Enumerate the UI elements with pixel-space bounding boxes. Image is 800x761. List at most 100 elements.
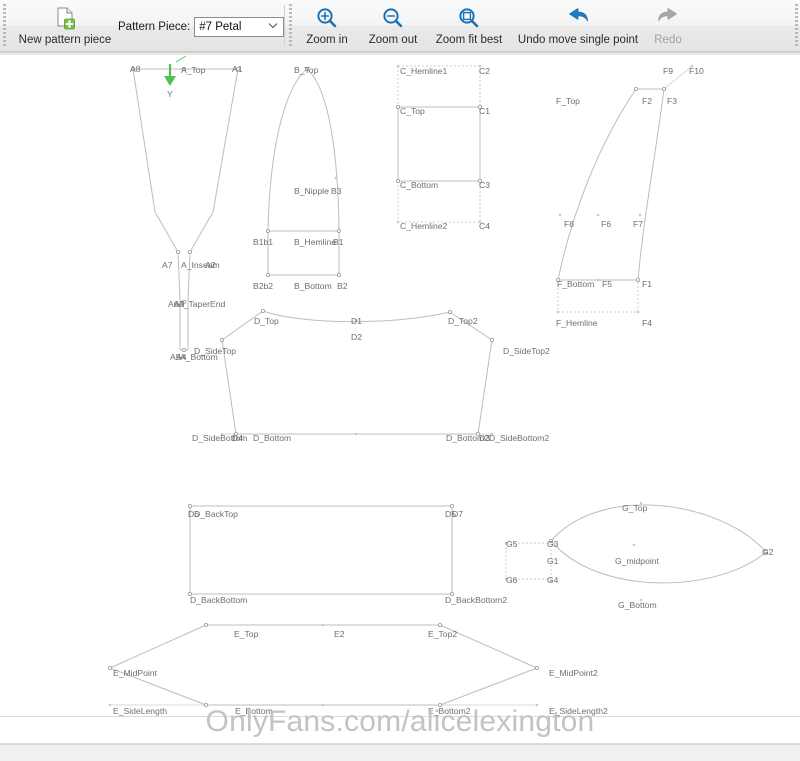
label-c1: C1: [479, 106, 490, 116]
label-g3: G3: [547, 539, 559, 549]
magnifier-plus-icon: [315, 5, 339, 31]
label-d-top: D_Top: [254, 316, 279, 326]
label-c-top: C_Top: [400, 106, 425, 116]
new-pattern-piece-label: New pattern piece: [18, 34, 112, 46]
label-b-top: B_Top: [294, 65, 319, 75]
zoom-in-label: Zoom in: [306, 34, 348, 46]
new-pattern-piece-button[interactable]: New pattern piece: [10, 5, 120, 47]
label-a7: A7: [162, 260, 173, 270]
label-c-hemline2: C_Hemline2: [400, 221, 448, 231]
label-d-top2: D_Top2: [448, 316, 478, 326]
redo-button[interactable]: Redo: [645, 5, 691, 47]
label-g-bottom: G_Bottom: [618, 600, 657, 610]
undo-label: Undo move single point: [517, 34, 639, 46]
label-d4: D4: [232, 433, 243, 443]
toolbar-grip-right[interactable]: [795, 4, 798, 46]
y-axis-arrow-icon: Y: [164, 55, 187, 99]
label-d-bottom: D_Bottom: [253, 433, 291, 443]
zoom-out-button[interactable]: Zoom out: [360, 5, 426, 47]
label-a1: A1: [232, 64, 243, 74]
watermark-text: OnlyFans.com/alicelexington: [205, 705, 595, 738]
magnifier-minus-icon: [381, 5, 405, 31]
label-d-sidebottom2: D_SideBottom2: [489, 433, 549, 443]
label-e-top2: E_Top2: [428, 629, 457, 639]
label-d-backbottom: D_BackBottom: [190, 595, 247, 605]
toolbar-separator-1: [284, 5, 285, 45]
label-b3: B3: [331, 186, 342, 196]
label-g-top: G_Top: [622, 503, 648, 513]
label-d7: D7: [452, 509, 463, 519]
label-f5: F5: [602, 279, 612, 289]
label-g5: G5: [506, 539, 518, 549]
label-a8: A8: [130, 64, 141, 74]
undo-button[interactable]: Undo move single point: [510, 5, 646, 47]
label-f4: F4: [642, 318, 652, 328]
magnifier-fit-icon: [457, 5, 481, 31]
pattern-piece-c: [395, 64, 482, 224]
pattern-canvas[interactable]: Y A8 A_Top A1 A7 A_Inseam A2 A6 A3 A_Tap…: [0, 52, 800, 761]
new-page-plus-icon: [52, 5, 78, 31]
label-f7: F7: [633, 219, 643, 229]
label-d-backtop: D_BackTop: [194, 509, 238, 519]
label-f9: F9: [663, 66, 673, 76]
undo-arrow-icon: [565, 5, 591, 31]
label-g-midpoint: G_midpoint: [615, 556, 660, 566]
label-b1b1: B1b1: [253, 237, 273, 247]
main-toolbar: New pattern piece Pattern Piece: #7 Peta…: [0, 0, 800, 52]
pattern-drawing: Y A8 A_Top A1 A7 A_Inseam A2 A6 A3 A_Tap…: [108, 55, 774, 716]
svg-text:Y: Y: [167, 89, 173, 99]
label-g6: G6: [506, 575, 518, 585]
label-g1: G1: [547, 556, 559, 566]
label-c2: C2: [479, 66, 490, 76]
label-f1: F1: [642, 279, 652, 289]
label-a-top: A_Top: [181, 65, 206, 75]
redo-label: Redo: [654, 34, 682, 46]
label-d1: D1: [351, 316, 362, 326]
label-e-midpoint2: E_MidPoint2: [549, 668, 598, 678]
label-b-bottom: B_Bottom: [294, 281, 332, 291]
zoom-out-label: Zoom out: [368, 34, 418, 46]
label-d-sidetop: D_SideTop: [194, 346, 236, 356]
label-f8: F8: [564, 219, 574, 229]
toolbar-grip-left[interactable]: [3, 4, 6, 46]
label-b1: B1: [333, 237, 344, 247]
label-a2: A2: [205, 260, 216, 270]
label-e-midpoint: E_MidPoint: [113, 668, 158, 678]
label-f-top: F_Top: [556, 96, 580, 106]
label-c-bottom: C_Bottom: [400, 180, 438, 190]
toolbar-grip-middle[interactable]: [289, 4, 292, 46]
pattern-piece-label: Pattern Piece:: [118, 21, 191, 33]
label-g2: G2: [762, 547, 774, 557]
label-d-sidetop2: D_SideTop2: [503, 346, 550, 356]
label-b2b2: B2b2: [253, 281, 273, 291]
label-e2: E2: [334, 629, 345, 639]
pattern-piece-g: [504, 501, 769, 602]
pattern-piece-dropdown[interactable]: #7 Petal: [194, 17, 285, 37]
label-b-nipple: B_Nipple: [294, 186, 329, 196]
zoom-in-button[interactable]: Zoom in: [298, 5, 356, 47]
label-b2: B2: [337, 281, 348, 291]
label-b-hemline: B_Hemline: [294, 237, 336, 247]
label-f10: F10: [689, 66, 704, 76]
label-d2: D2: [351, 332, 362, 342]
label-c4: C4: [479, 221, 490, 231]
pattern-piece-e: [108, 623, 540, 708]
label-a-taper-end: A_TaperEnd: [178, 299, 226, 309]
redo-arrow-icon: [655, 5, 681, 31]
chevron-down-icon: [268, 22, 278, 32]
label-e-top: E_Top: [234, 629, 259, 639]
label-c3: C3: [479, 180, 490, 190]
label-f-bottom: F_Bottom: [557, 279, 594, 289]
label-d-backbottom2: D_BackBottom2: [445, 595, 507, 605]
canvas-bottom-strip: [0, 744, 800, 761]
pattern-piece-value: #7 Petal: [199, 21, 242, 33]
label-c-hemline1: C_Hemline1: [400, 66, 448, 76]
label-f2: F2: [642, 96, 652, 106]
pattern-piece-selector-group: Pattern Piece: #7 Petal: [118, 17, 285, 37]
label-f-hemline: F_Hemline: [556, 318, 598, 328]
zoom-fit-best-button[interactable]: Zoom fit best: [429, 5, 509, 47]
label-f3: F3: [667, 96, 677, 106]
pattern-piece-d: [219, 308, 494, 436]
label-g4: G4: [547, 575, 559, 585]
label-f6: F6: [601, 219, 611, 229]
